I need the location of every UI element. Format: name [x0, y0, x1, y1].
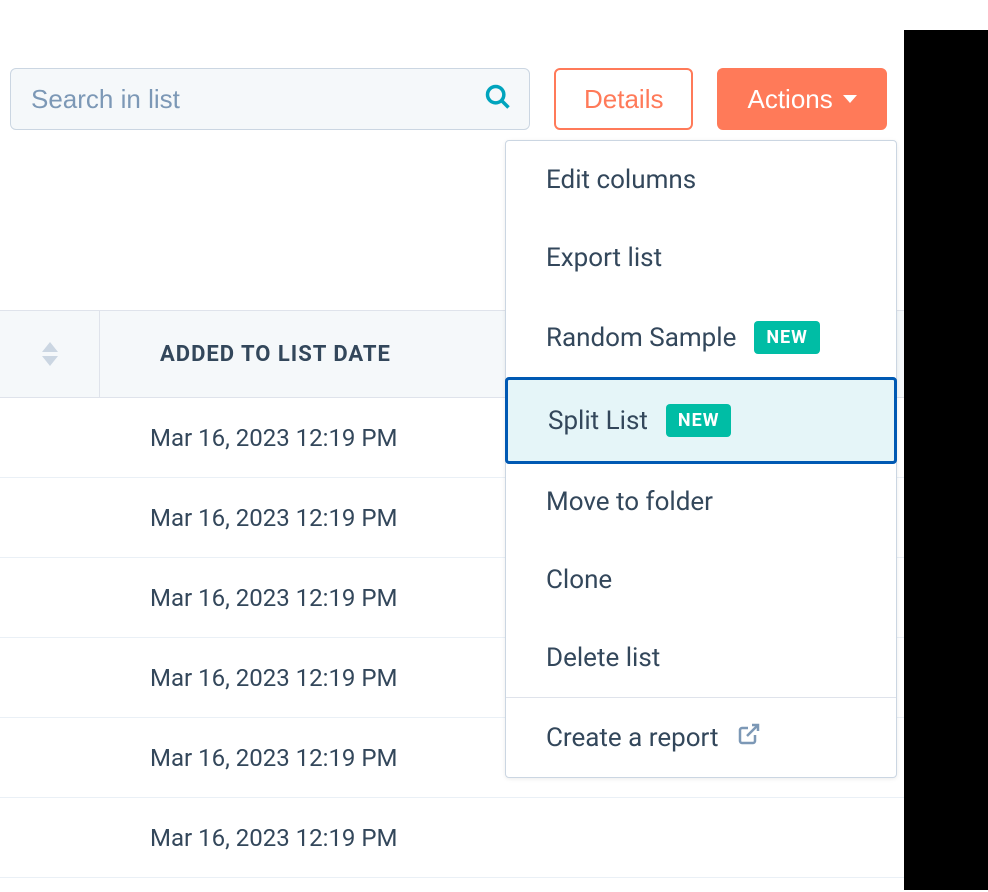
- cell-added-date: Mar 16, 2023 12:19 PM: [0, 824, 958, 852]
- menu-delete-list[interactable]: Delete list: [506, 619, 896, 697]
- actions-button-label: Actions: [747, 84, 832, 115]
- sort-toggle[interactable]: [0, 311, 100, 397]
- menu-clone[interactable]: Clone: [506, 541, 896, 619]
- right-black-strip: [904, 30, 988, 890]
- new-badge: NEW: [754, 321, 820, 354]
- menu-create-report[interactable]: Create a report: [506, 698, 896, 777]
- search-input[interactable]: [10, 68, 530, 130]
- search-wrapper: [10, 68, 530, 130]
- menu-item-label: Move to folder: [546, 487, 713, 517]
- menu-move-to-folder[interactable]: Move to folder: [506, 463, 896, 541]
- menu-edit-columns[interactable]: Edit columns: [506, 141, 896, 219]
- menu-item-label: Clone: [546, 565, 612, 595]
- menu-export-list[interactable]: Export list: [506, 219, 896, 297]
- caret-down-icon: [843, 95, 857, 103]
- menu-item-label: Edit columns: [546, 165, 696, 195]
- menu-split-list[interactable]: Split List NEW: [505, 377, 897, 464]
- table-row[interactable]: Mar 16, 2023 12:19 PM: [0, 798, 988, 878]
- menu-item-label: Export list: [546, 243, 662, 273]
- top-toolbar: Details Actions: [0, 0, 988, 130]
- actions-button[interactable]: Actions: [717, 68, 886, 130]
- menu-item-label: Split List: [548, 406, 648, 436]
- sort-arrows-icon: [42, 342, 58, 366]
- menu-item-label: Create a report: [546, 723, 719, 753]
- menu-random-sample[interactable]: Random Sample NEW: [506, 297, 896, 378]
- external-link-icon: [737, 722, 761, 753]
- menu-item-label: Delete list: [546, 643, 660, 673]
- actions-dropdown: Edit columns Export list Random Sample N…: [505, 140, 897, 778]
- new-badge: NEW: [666, 404, 732, 437]
- details-button[interactable]: Details: [554, 68, 693, 130]
- menu-item-label: Random Sample: [546, 323, 736, 353]
